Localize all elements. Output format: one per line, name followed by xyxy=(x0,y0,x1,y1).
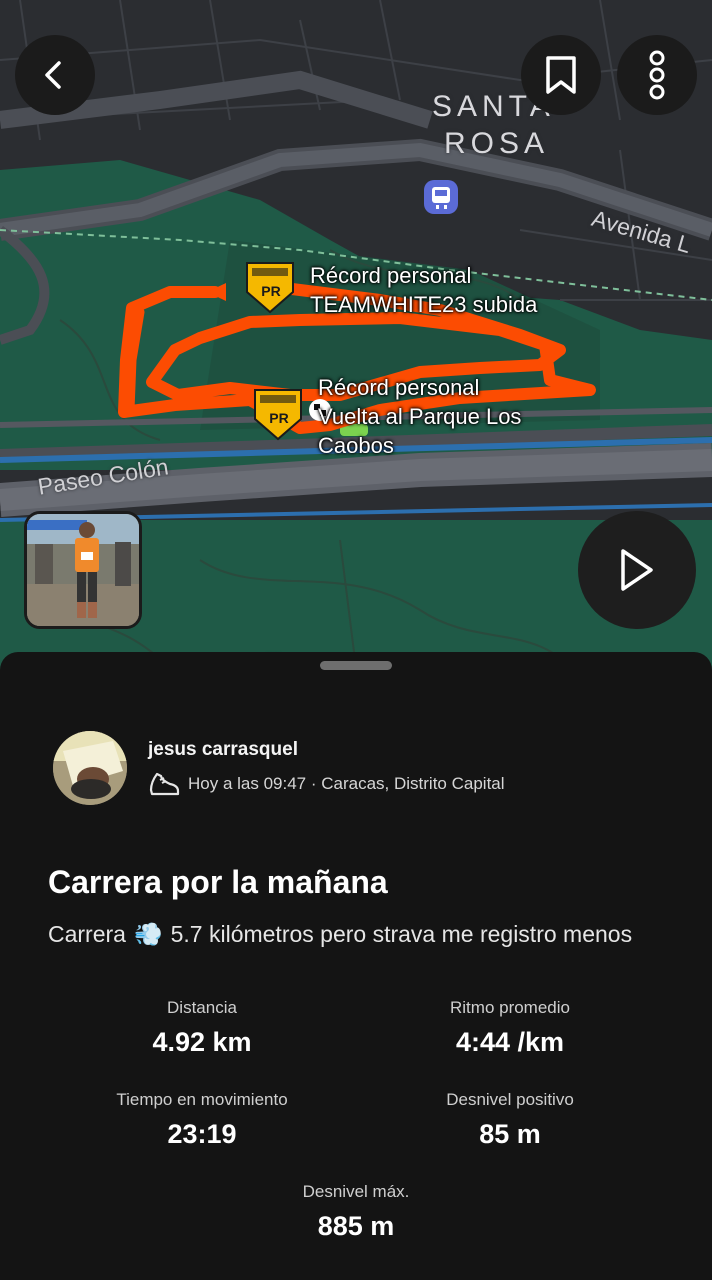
sheet-drag-handle[interactable] xyxy=(320,661,392,670)
activity-meta: Hoy a las 09:47 · Caracas, Distrito Capi… xyxy=(148,770,505,798)
stat-distance: Distancia 4.92 km xyxy=(152,998,252,1057)
bookmark-icon xyxy=(546,56,576,94)
wind-emoji-icon: 💨 xyxy=(133,921,163,947)
chevron-left-icon xyxy=(45,61,61,89)
pr-label: Récord personal Vuelta al Parque Los Cao… xyxy=(318,375,522,458)
play-flyover-button[interactable] xyxy=(578,511,696,629)
metro-station-icon xyxy=(424,180,458,214)
play-icon xyxy=(621,549,653,591)
more-options-button[interactable] xyxy=(617,35,697,115)
activity-sheet: jesus carrasquel Hoy a las 09:47 · Carac… xyxy=(0,652,712,1280)
pr-badge-label: PR xyxy=(261,283,281,299)
stat-elevation-gain: Desnivel positivo 85 m xyxy=(446,1090,574,1149)
avatar[interactable] xyxy=(53,731,127,805)
activity-title: Carrera por la mañana xyxy=(48,864,388,900)
stat-avg-pace: Ritmo promedio 4:44 /km xyxy=(450,998,570,1057)
running-shoe-icon xyxy=(149,772,180,796)
activity-photo-thumbnail[interactable] xyxy=(24,511,142,629)
area-label: ROSA xyxy=(444,127,550,160)
stat-max-elevation: Desnivel máx. 885 m xyxy=(302,1182,410,1241)
back-button[interactable] xyxy=(15,35,95,115)
bookmark-button[interactable] xyxy=(521,35,601,115)
pr-label: Récord personal TEAMWHITE23 subida xyxy=(310,263,538,317)
pr-badge-label: PR xyxy=(269,410,289,426)
stat-moving-time: Tiempo en movimiento 23:19 xyxy=(116,1090,288,1149)
activity-description: Carrera 💨 5.7 kilómetros pero strava me … xyxy=(48,921,633,947)
activity-date-location: Hoy a las 09:47 · Caracas, Distrito Capi… xyxy=(188,774,505,793)
athlete-name[interactable]: jesus carrasquel xyxy=(148,739,298,761)
more-vertical-icon xyxy=(649,50,665,100)
